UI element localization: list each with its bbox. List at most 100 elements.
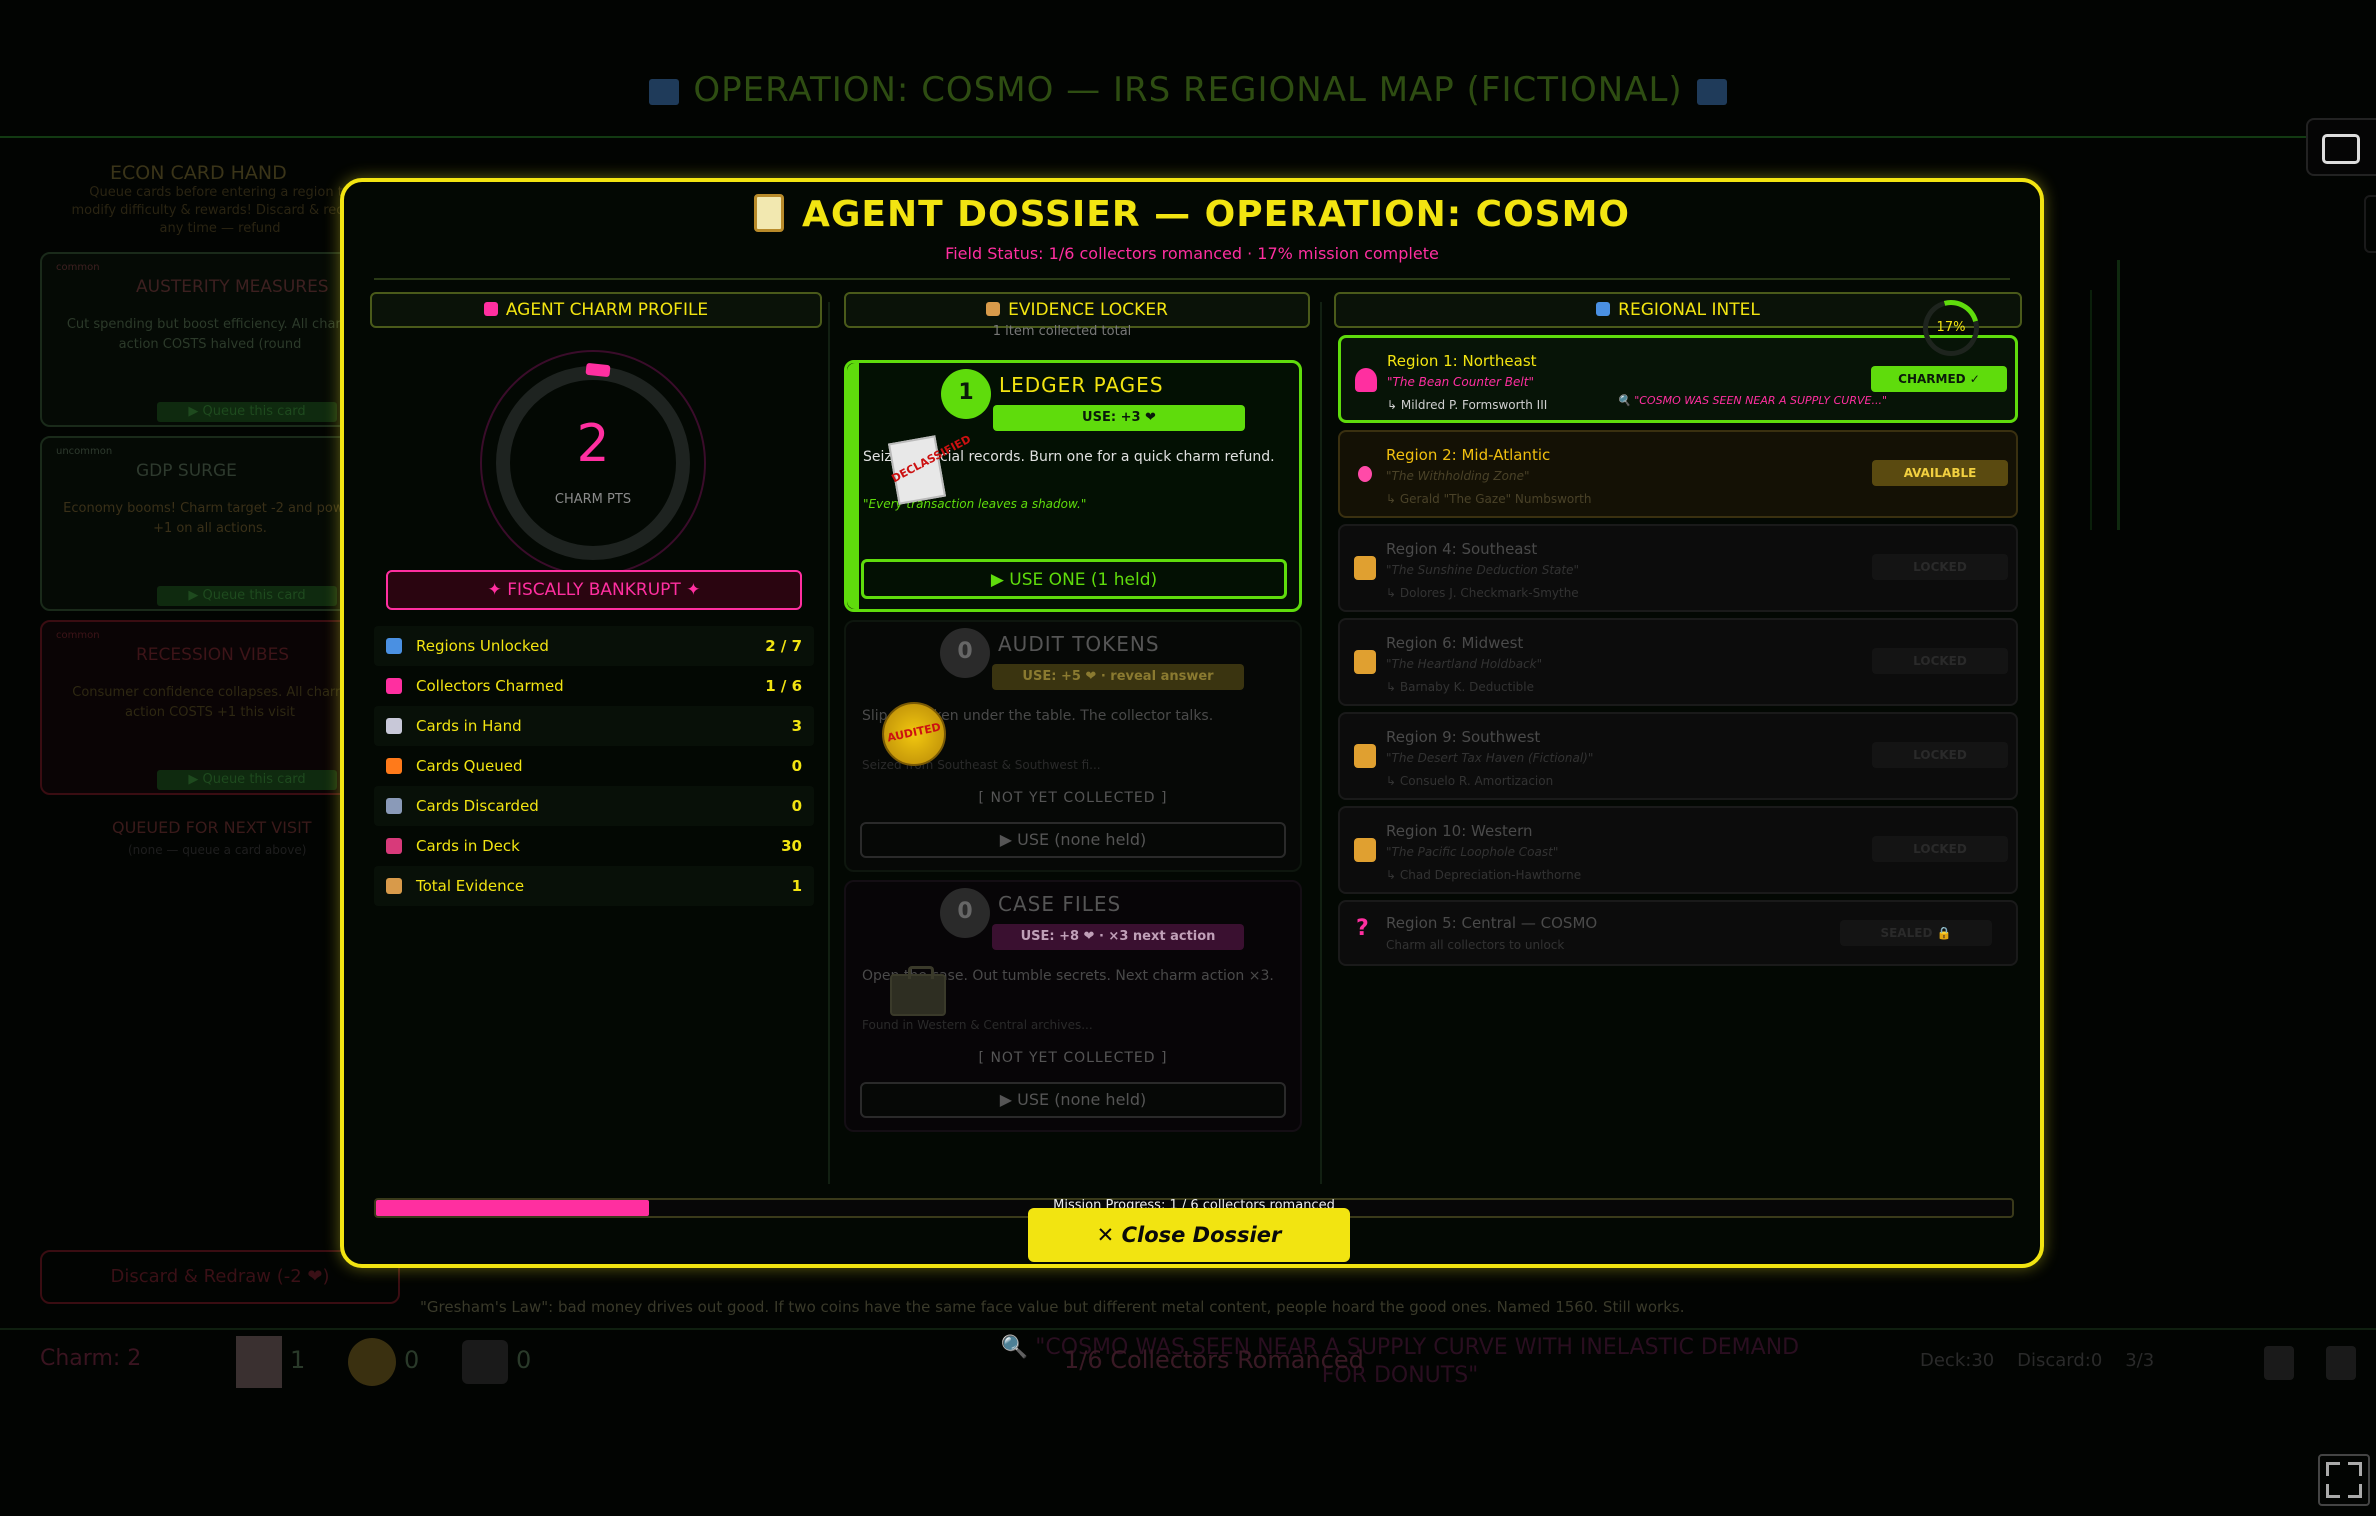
region-nickname: "The Bean Counter Belt": [1387, 375, 1534, 389]
region-name: Region 10: Western: [1386, 822, 1533, 840]
stat-row: Cards Discarded 0: [374, 786, 814, 826]
evidence-name: CASE FILES: [998, 892, 1122, 916]
deck-count: Deck:30: [1920, 1350, 1995, 1371]
audit-token-icon: [348, 1338, 396, 1386]
card-icon: [386, 718, 402, 734]
evidence-source: Found in Western & Central archives...: [862, 1018, 1093, 1032]
box-icon: [986, 302, 1001, 316]
use-case-button[interactable]: ▶ USE (none held): [860, 1082, 1286, 1118]
box-icon: [386, 878, 402, 894]
home-icon[interactable]: [2326, 1346, 2356, 1380]
footer-charm: Charm: 2: [40, 1346, 142, 1371]
region-status-badge: LOCKED: [1872, 648, 2008, 674]
close-dossier-button[interactable]: ✕ Close Dossier: [1028, 1208, 1350, 1262]
region-status-badge: SEALED 🔒: [1840, 920, 1992, 946]
footer-deck-counts: Deck:30 Discard:0 3/3: [1920, 1350, 2154, 1371]
region-card-western[interactable]: Region 10: Western "The Pacific Loophole…: [1338, 806, 2018, 894]
footer-ledger-count: 1: [290, 1346, 306, 1374]
econ-tip: "Gresham's Law": bad money drives out go…: [420, 1298, 1685, 1316]
region-collector: ↳ Consuelo R. Amortizacion: [1386, 774, 1554, 788]
briefcase-icon: [890, 966, 946, 1016]
card-description: Consumer confidence collapses. All charm…: [72, 685, 348, 720]
use-audit-button[interactable]: ▶ USE (none held): [860, 822, 1286, 858]
hand-subtitle: Queue cards before entering a region to …: [71, 185, 369, 236]
queue-card-button[interactable]: ▶ Queue this card: [157, 402, 337, 422]
stat-label: Cards in Deck: [416, 837, 520, 855]
hand-title: ECON CARD HAND: [110, 162, 287, 184]
region-status-badge: LOCKED: [1872, 836, 2008, 862]
card-description: Cut spending but boost efficiency. All c…: [66, 317, 354, 352]
region-card-northeast[interactable]: 17% Region 1: Northeast "The Bean Counte…: [1338, 289, 2018, 423]
region-status-badge: LOCKED: [1872, 742, 2008, 768]
evidence-card-ledger: 1 LEDGER PAGES USE: +3 ❤ Seize financial…: [844, 360, 1302, 612]
not-collected-label: [ NOT YET COLLECTED ]: [978, 1050, 1168, 1066]
map-icon: [1696, 78, 1727, 105]
column-divider: [828, 302, 830, 1184]
side-tab[interactable]: [2364, 195, 2376, 253]
evidence-card-case: 0 CASE FILES USE: +8 ❤ · ×3 next action …: [844, 880, 1302, 1132]
econ-card[interactable]: common RECESSION VIBES Consumer confiden…: [40, 620, 380, 795]
stat-label: Regions Unlocked: [416, 637, 549, 655]
question-icon: ?: [1356, 916, 1369, 941]
region-card-central[interactable]: ? Region 5: Central — COSMO Charm all co…: [1338, 900, 2018, 966]
stat-value: 30: [781, 837, 802, 855]
clipboard-icon: [753, 194, 784, 232]
title-divider: [374, 278, 2010, 280]
lightning-icon: [386, 758, 402, 774]
region-card-mid-atlantic[interactable]: Region 2: Mid-Atlantic "The Withholding …: [1338, 430, 2018, 518]
dossier-title: AGENT DOSSIER — OPERATION: COSMO: [344, 194, 2040, 235]
lock-icon: [1354, 838, 1376, 862]
region-nickname: "The Heartland Holdback": [1386, 657, 1543, 671]
stat-value: 0: [791, 757, 802, 775]
region-nickname: "The Pacific Loophole Coast": [1386, 845, 1559, 859]
region-sighting: 🔍 "COSMO WAS SEEN NEAR A SUPPLY CURVE...…: [1617, 394, 1888, 407]
stat-label: Cards Discarded: [416, 797, 539, 815]
region-name: Region 2: Mid-Atlantic: [1386, 446, 1551, 464]
footer-romanced: 1/6 Collectors Romanced: [1064, 1346, 1364, 1374]
card-tier: common: [56, 630, 100, 641]
evidence-header: EVIDENCE LOCKER: [844, 292, 1310, 328]
map-icon: [649, 78, 680, 105]
fullscreen-icon[interactable]: [2318, 1454, 2370, 1506]
region-collector: ↳ Chad Depreciation-Hawthorne: [1386, 868, 1582, 882]
stat-label: Cards in Hand: [416, 717, 522, 735]
dossier-icon[interactable]: [2264, 1346, 2294, 1380]
evidence-count: 0: [940, 628, 990, 678]
region-unlock-hint: Charm all collectors to unlock: [1386, 938, 1565, 952]
lock-icon: [1354, 556, 1376, 580]
header-divider: [0, 136, 2376, 138]
discard-count: Discard:0: [2017, 1350, 2103, 1371]
stat-value: 2 / 7: [765, 637, 802, 655]
heart-icon: [386, 678, 402, 694]
region-card-southeast[interactable]: Region 4: Southeast "The Sunshine Deduct…: [1338, 524, 2018, 612]
audit-coin-icon: AUDITED: [882, 702, 946, 766]
charm-gauge: 2 CHARM PTS: [480, 350, 706, 576]
region-card-southwest[interactable]: Region 9: Southwest "The Desert Tax Have…: [1338, 712, 2018, 800]
footer-case-count: 0: [516, 1346, 532, 1374]
card-description: Economy booms! Charm target -2 and power…: [63, 501, 357, 536]
declassified-ledger-icon: DECLASSIFIED: [887, 432, 973, 505]
region-card-midwest[interactable]: Region 6: Midwest "The Heartland Holdbac…: [1338, 618, 2018, 706]
lock-icon: [1354, 744, 1376, 768]
mission-percent-ring: 17%: [1912, 289, 1990, 367]
use-ledger-button[interactable]: ▶ USE ONE (1 held): [861, 559, 1287, 599]
econ-card[interactable]: uncommon GDP SURGE Economy booms! Charm …: [40, 436, 380, 611]
region-status-badge: LOCKED: [1872, 554, 2008, 580]
region-name: Region 1: Northeast: [1387, 352, 1537, 370]
queue-card-button[interactable]: ▶ Queue this card: [157, 586, 337, 606]
region-nickname: "The Sunshine Deduction State": [1386, 563, 1580, 577]
map-icon: [386, 638, 402, 654]
queued-subtitle: (none — queue a card above): [128, 843, 307, 857]
econ-card[interactable]: common AUSTERITY MEASURES Cut spending b…: [40, 252, 380, 427]
itch-badge[interactable]: [2306, 118, 2376, 176]
pin-icon: [1358, 466, 1372, 482]
evidence-count: 0: [940, 888, 990, 938]
ledger-icon: [236, 1336, 282, 1388]
stat-row: Total Evidence 1: [374, 866, 814, 906]
agent-dossier-modal: AGENT DOSSIER — OPERATION: COSMO Field S…: [340, 178, 2044, 1268]
card-title: GDP SURGE: [136, 461, 237, 481]
queue-card-button[interactable]: ▶ Queue this card: [157, 770, 337, 790]
regional-intel-header: REGIONAL INTEL: [1334, 292, 2022, 328]
card-tier: uncommon: [56, 446, 113, 457]
region-collector: ↳ Gerald "The Gaze" Numbsworth: [1386, 492, 1592, 506]
